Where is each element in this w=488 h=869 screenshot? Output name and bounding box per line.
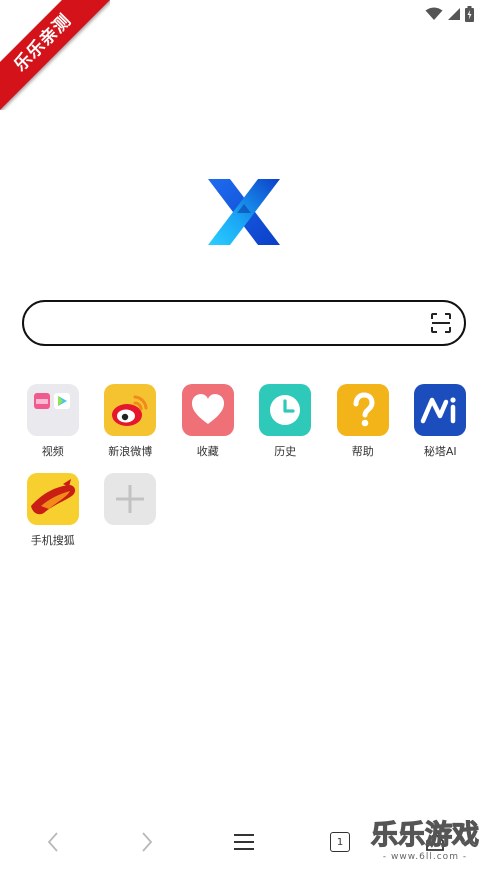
shortcut-favorites[interactable]: 收藏: [169, 384, 247, 459]
menu-icon: [234, 834, 254, 850]
shortcut-label: 手机搜狐: [30, 534, 75, 547]
tab-count: 1: [336, 836, 344, 848]
chevron-left-icon: [47, 832, 58, 852]
shortcut-weibo[interactable]: 新浪微博: [92, 384, 170, 459]
shortcut-help[interactable]: 帮助: [324, 384, 402, 459]
browser-logo-icon: [208, 179, 280, 245]
search-bar[interactable]: [22, 300, 466, 346]
add-icon: [104, 473, 157, 525]
shortcut-sohu[interactable]: 手机搜狐: [14, 473, 92, 548]
shortcut-grid: 视频 新浪微博 收藏 历史 帮助 秘塔AI 手机搜狐: [14, 384, 484, 548]
sohu-fox-icon: [26, 473, 79, 525]
add-shortcut-button[interactable]: [92, 473, 170, 548]
watermark-url: - www.6ll.com -: [382, 852, 468, 862]
shortcut-label: 秘塔AI: [423, 445, 457, 458]
site-watermark: 乐乐游戏 - www.6ll.com -: [366, 819, 484, 866]
metaso-icon: [414, 384, 467, 436]
tab-count-icon: 1: [330, 832, 350, 852]
heart-icon: [181, 384, 234, 436]
scan-qr-icon[interactable]: [430, 312, 452, 334]
shortcut-metaso-ai[interactable]: 秘塔AI: [402, 384, 480, 459]
back-button[interactable]: [38, 827, 68, 857]
status-bar: [425, 4, 474, 24]
tabs-button[interactable]: 1: [325, 827, 355, 857]
clock-icon: [259, 384, 312, 436]
battery-icon: [465, 6, 474, 22]
forward-button[interactable]: [132, 827, 162, 857]
corner-badge: 乐乐亲测: [0, 0, 110, 110]
watermark-brand: 乐乐游戏: [370, 819, 479, 851]
video-folder-icon: [26, 384, 79, 436]
shortcut-video[interactable]: 视频: [14, 384, 92, 459]
shortcut-label: 视频: [41, 445, 64, 458]
menu-button[interactable]: [229, 827, 259, 857]
wifi-icon: [425, 7, 443, 20]
badge-text: 乐乐亲测: [0, 0, 110, 110]
cell-signal-icon: [448, 8, 460, 20]
search-input[interactable]: [42, 310, 422, 336]
shortcut-label: 收藏: [196, 445, 219, 458]
shortcut-label: 新浪微博: [108, 445, 153, 458]
weibo-icon: [104, 384, 157, 436]
chevron-right-icon: [142, 832, 153, 852]
question-icon: [336, 384, 389, 436]
shortcut-label: 历史: [274, 445, 297, 458]
shortcut-label: 帮助: [351, 445, 374, 458]
shortcut-history[interactable]: 历史: [247, 384, 325, 459]
